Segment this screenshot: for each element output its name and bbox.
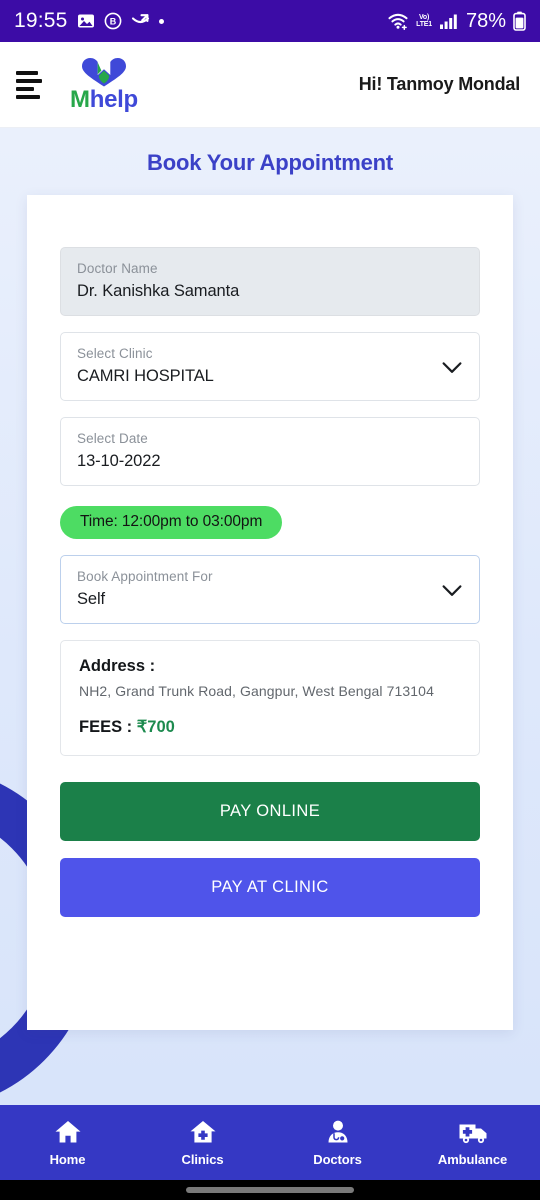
doctor-name-label: Doctor Name — [77, 261, 158, 276]
doctor-icon — [328, 1120, 347, 1142]
logo-letter-m: M — [70, 86, 90, 113]
address-box: Address : NH2, Grand Trunk Road, Gangpur… — [60, 640, 480, 756]
select-date-label: Select Date — [77, 431, 148, 446]
select-date-value: 13-10-2022 — [77, 452, 161, 470]
nav-label-clinics: Clinics — [181, 1151, 224, 1167]
app-header: Mhelp Hi! Tanmoy Mondal — [0, 42, 540, 128]
nav-label-ambulance: Ambulance — [437, 1151, 508, 1167]
nav-item-clinics[interactable]: Clinics — [135, 1105, 270, 1180]
select-clinic-value: CAMRI HOSPITAL — [77, 367, 214, 385]
volte-icon: Vo) LTE1 — [416, 14, 432, 28]
nav-item-ambulance[interactable]: Ambulance — [405, 1105, 540, 1180]
missed-call-icon — [131, 14, 149, 24]
circled-b-icon: B — [104, 12, 121, 30]
appointment-card: Doctor Name Dr. Kanishka Samanta Select … — [27, 195, 513, 1030]
menu-line — [16, 86, 34, 91]
status-bar-right: Vo) LTE1 78% — [387, 10, 526, 33]
nav-label-doctors: Doctors — [313, 1151, 362, 1167]
menu-line — [16, 78, 42, 83]
ambulance-icon — [459, 1124, 486, 1143]
home-gesture-bar[interactable] — [186, 1187, 354, 1193]
select-date-field[interactable]: Select Date 13-10-2022 — [60, 417, 480, 486]
battery-icon — [513, 11, 526, 31]
nav-item-doctors[interactable]: Doctors — [270, 1105, 405, 1180]
hamburger-menu-icon[interactable] — [12, 67, 48, 103]
time-slot-badge: Time: 12:00pm to 03:00pm — [60, 506, 283, 539]
bottom-navigation: Home Clinics Doctors Ambulance — [0, 1105, 540, 1180]
signal-bars-icon — [439, 14, 457, 29]
pay-online-button[interactable]: PAY ONLINE — [60, 782, 480, 841]
select-clinic-label: Select Clinic — [77, 346, 153, 361]
chevron-down-icon[interactable] — [442, 361, 462, 374]
address-line: NH2, Grand Trunk Road, Gangpur, West Ben… — [79, 683, 434, 699]
page-title: Book Your Appointment — [147, 150, 393, 175]
doctor-name-field: Doctor Name Dr. Kanishka Samanta — [60, 247, 480, 316]
menu-line — [16, 70, 38, 75]
doctor-name-value: Dr. Kanishka Samanta — [77, 282, 240, 300]
gesture-bar-area — [0, 1180, 540, 1200]
chevron-down-icon[interactable] — [442, 584, 462, 597]
app-logo-text: Mhelp — [70, 88, 138, 112]
battery-percent: 78% — [465, 9, 506, 32]
fees-amount: ₹700 — [136, 718, 175, 736]
wifi-icon — [388, 13, 408, 30]
nav-item-home[interactable]: Home — [0, 1105, 135, 1180]
book-appointment-for-field[interactable]: Book Appointment For Self — [60, 555, 480, 624]
app-logo[interactable]: Mhelp — [70, 57, 138, 112]
image-icon — [77, 14, 94, 28]
pay-at-clinic-button[interactable]: PAY AT CLINIC — [60, 858, 480, 917]
hospital-icon — [190, 1120, 215, 1142]
address-title: Address : — [79, 657, 156, 675]
status-bar: 19:55 B Vo) LTE1 78% — [0, 0, 540, 42]
page-body: Book Your Appointment Doctor Name Dr. Ka… — [0, 128, 540, 1105]
fees-label: FEES : — [79, 718, 137, 736]
status-bar-left: 19:55 B — [14, 9, 164, 33]
dot-icon — [158, 18, 164, 24]
mhelp-heart-logo-icon — [81, 58, 126, 87]
book-appointment-for-label: Book Appointment For — [77, 569, 213, 584]
fees-row: FEES : ₹700 — [79, 717, 461, 737]
status-bar-clock: 19:55 — [14, 9, 68, 32]
book-appointment-for-value: Self — [77, 590, 106, 608]
user-greeting: Hi! Tanmoy Mondal — [358, 74, 520, 94]
logo-word-help: help — [89, 86, 138, 113]
svg-text:B: B — [109, 17, 116, 27]
nav-label-home: Home — [49, 1151, 86, 1167]
home-icon — [55, 1120, 80, 1142]
menu-line — [16, 94, 40, 99]
app-root: 19:55 B Vo) LTE1 78% Mhelp Hi! Tanmoy Mo… — [0, 0, 540, 1200]
select-clinic-field[interactable]: Select Clinic CAMRI HOSPITAL — [60, 332, 480, 401]
